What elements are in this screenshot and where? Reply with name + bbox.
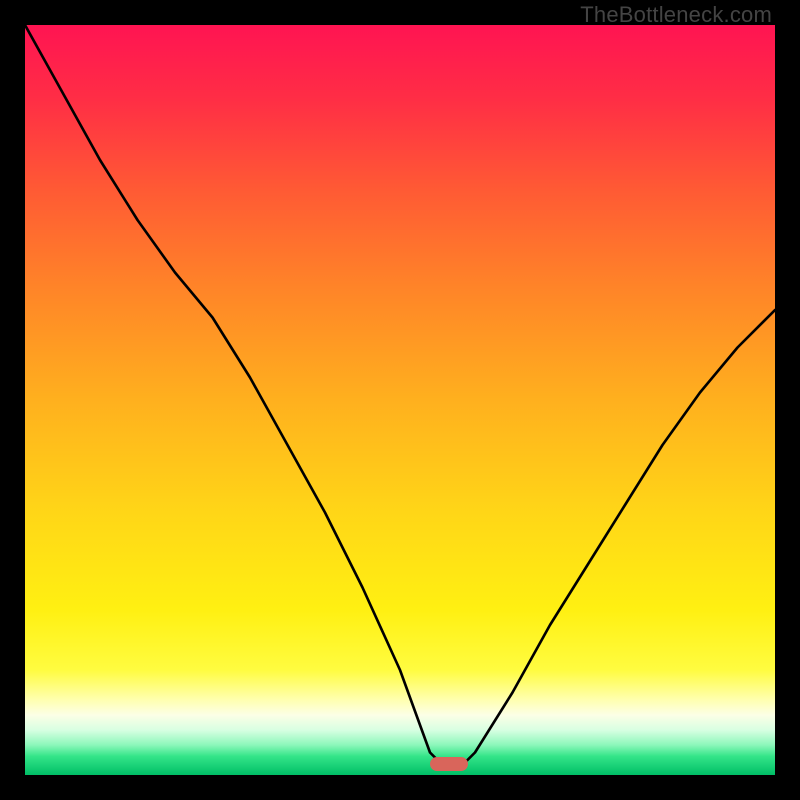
chart-frame: TheBottleneck.com [0, 0, 800, 800]
plot-area [25, 25, 775, 775]
bottleneck-curve [25, 25, 775, 775]
optimum-marker [430, 757, 468, 771]
watermark-text: TheBottleneck.com [580, 2, 772, 28]
